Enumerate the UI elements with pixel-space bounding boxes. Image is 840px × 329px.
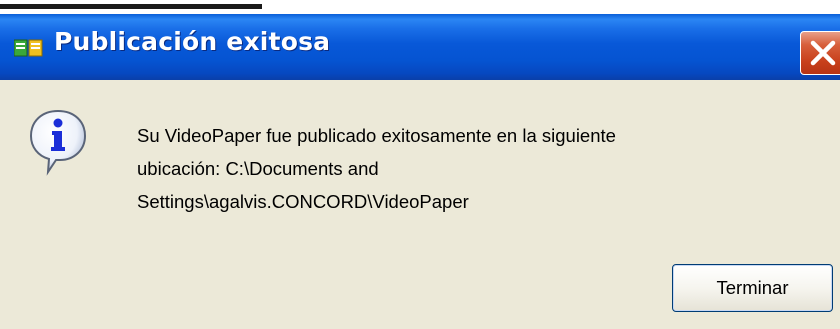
message-line: ubicación: C:\Documents and	[137, 158, 379, 179]
terminar-button[interactable]: Terminar	[672, 264, 833, 312]
app-icon	[13, 38, 44, 58]
close-icon	[810, 40, 836, 66]
dialog-title: Publicación exitosa	[54, 27, 331, 56]
background-strip	[0, 0, 840, 14]
title-bar[interactable]: Publicación exitosa	[0, 14, 840, 80]
background-edge	[0, 0, 262, 14]
message-text: Su VideoPaper fue publicado exitosamente…	[137, 119, 797, 218]
message-line: Su VideoPaper fue publicado exitosamente…	[137, 125, 616, 146]
info-icon	[28, 108, 88, 181]
message-line: Settings\agalvis.CONCORD\VideoPaper	[137, 191, 469, 212]
close-button[interactable]	[800, 31, 840, 75]
dialog-window: Publicación exitosa Su VideoPaper fue pu…	[0, 0, 840, 329]
